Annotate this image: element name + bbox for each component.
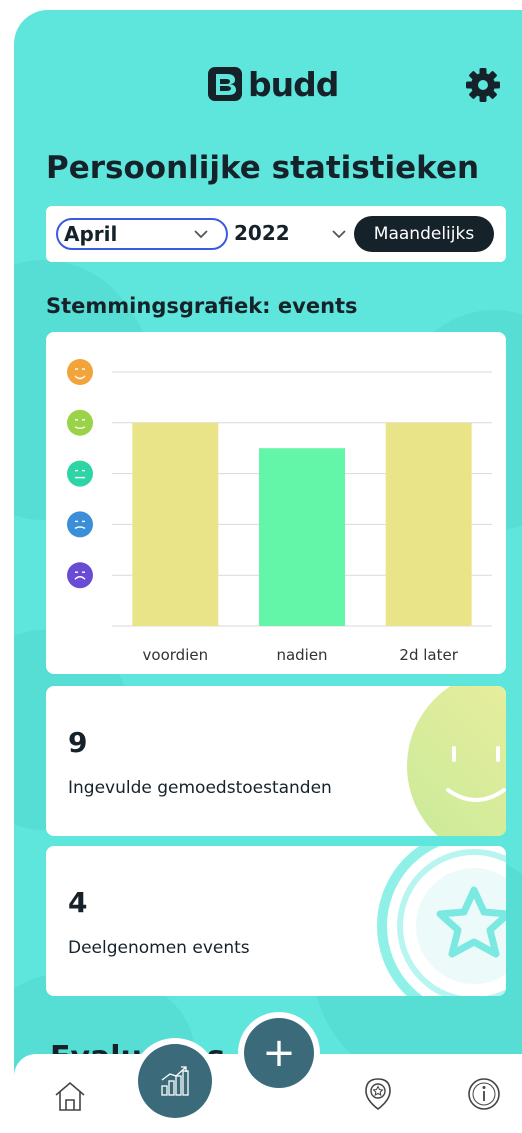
x-tick-label: voordien — [143, 646, 209, 664]
month-value: April — [64, 222, 118, 246]
x-tick-label: nadien — [276, 646, 327, 664]
chart-section-title: Stemmingsgrafiek: events — [46, 294, 358, 318]
happy-face-icon — [67, 409, 93, 436]
very-happy-face-icon — [67, 359, 93, 385]
x-tick-label: 2d later — [399, 646, 458, 664]
period-button[interactable]: Maandelijks — [354, 216, 494, 252]
stat-number: 9 — [68, 726, 88, 759]
chart-bar — [259, 448, 345, 626]
app-screen: budd Persoonlijke statistieken April 202… — [14, 10, 522, 1133]
chevron-down-icon[interactable] — [332, 230, 346, 239]
home-icon[interactable] — [52, 1078, 88, 1114]
month-select[interactable]: April — [56, 218, 228, 250]
neutral-face-icon — [67, 460, 93, 487]
add-button[interactable]: + — [238, 1012, 320, 1094]
badge-icon[interactable] — [360, 1076, 396, 1112]
app-header: budd — [14, 62, 522, 110]
stat-label: Ingevulde gemoedstoestanden — [68, 778, 332, 798]
stat-card-moods: 9 Ingevulde gemoedstoestanden — [46, 686, 506, 836]
filter-bar: April 2022 Maandelijks — [46, 206, 506, 262]
stat-label: Deelgenomen events — [68, 938, 250, 958]
chart-bar — [385, 422, 472, 626]
add-icon[interactable]: + — [244, 1018, 314, 1088]
chevron-down-icon — [194, 230, 208, 239]
stats-icon — [161, 1066, 189, 1096]
stat-card-events: 4 Deelgenomen events — [46, 846, 506, 996]
page-title: Persoonlijke statistieken — [46, 150, 480, 186]
stats-nav-button-circle[interactable] — [138, 1044, 212, 1118]
info-icon[interactable] — [466, 1076, 502, 1112]
chart-bar — [132, 422, 219, 626]
mood-chart-card: voordien nadien 2d later — [46, 332, 506, 674]
stat-number: 4 — [68, 886, 88, 919]
budd-logo-icon — [208, 67, 242, 101]
star-badge-decoration — [377, 846, 506, 996]
stats-nav-button[interactable] — [132, 1038, 218, 1124]
smiley-decoration — [407, 686, 506, 836]
sad-face-icon — [67, 511, 93, 538]
logo-text: budd — [248, 64, 339, 104]
gear-icon[interactable] — [464, 66, 502, 104]
budd-logo: budd — [208, 62, 339, 106]
mood-bar-chart: voordien nadien 2d later — [67, 359, 492, 664]
very-sad-face-icon — [67, 562, 93, 589]
year-select[interactable]: 2022 — [234, 221, 290, 245]
